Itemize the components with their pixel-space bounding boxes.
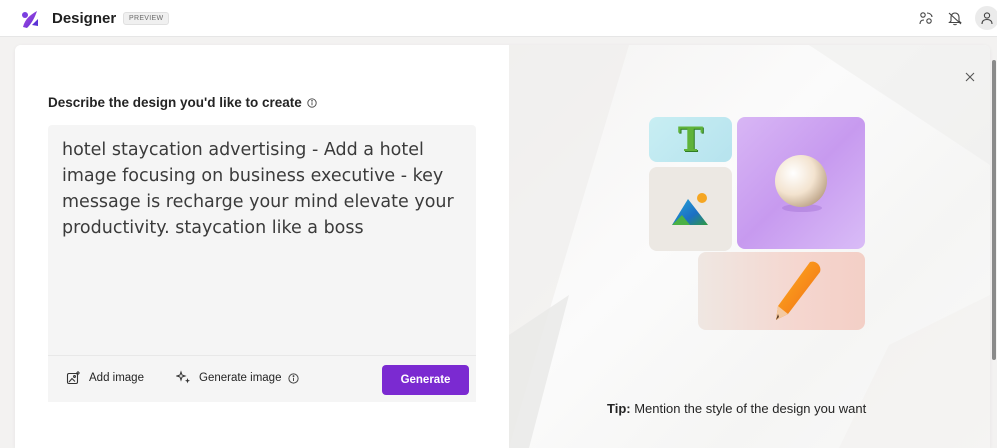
prompt-text[interactable]: hotel staycation advertising - Add a hot… <box>62 137 462 241</box>
preview-badge: PREVIEW <box>123 12 170 25</box>
notifications-icon[interactable] <box>945 8 965 28</box>
designer-logo-icon <box>22 11 38 28</box>
profile-icon <box>981 12 993 25</box>
share-icon[interactable] <box>916 8 936 28</box>
generate-button[interactable]: Generate <box>382 365 469 395</box>
profile-avatar[interactable] <box>975 6 997 30</box>
generate-image-button[interactable]: Generate image <box>176 370 300 386</box>
generate-image-label: Generate image <box>199 372 282 384</box>
close-button[interactable] <box>962 69 978 85</box>
tip-text: Tip: Mention the style of the design you… <box>607 401 866 416</box>
prompt-pane: Describe the design you'd like to create… <box>15 45 509 448</box>
draw-tile <box>698 252 865 330</box>
tip-label: Tip: <box>607 401 631 416</box>
prompt-textarea[interactable]: hotel staycation advertising - Add a hot… <box>48 125 476 402</box>
add-image-label: Add image <box>89 372 144 384</box>
prompt-heading-text: Describe the design you'd like to create <box>48 95 302 110</box>
app-title: Designer <box>52 10 117 27</box>
tip-body: Mention the style of the design you want <box>630 401 867 416</box>
sparkle-icon <box>176 370 190 384</box>
info-icon[interactable] <box>288 372 300 384</box>
pencil-icon <box>775 261 820 320</box>
create-design-dialog: Describe the design you'd like to create… <box>15 45 990 448</box>
prompt-heading: Describe the design you'd like to create <box>48 95 317 110</box>
sphere-icon <box>775 155 827 212</box>
info-icon[interactable] <box>307 97 317 108</box>
add-image-icon <box>66 371 80 385</box>
text-t-icon: T <box>677 119 704 160</box>
add-image-button[interactable]: Add image <box>66 370 144 386</box>
prompt-toolbar: Add image Generate image Generate <box>48 355 476 402</box>
top-bar: Designer PREVIEW <box>0 0 997 37</box>
illustration-pane: T Tip: Mention the style of the design y… <box>509 45 990 448</box>
shape-tile <box>737 117 865 249</box>
image-tile <box>649 167 732 251</box>
text-tile: T <box>649 117 732 162</box>
photo-mountain-icon <box>671 193 708 225</box>
scrollbar[interactable] <box>992 60 996 360</box>
close-icon <box>965 72 975 82</box>
